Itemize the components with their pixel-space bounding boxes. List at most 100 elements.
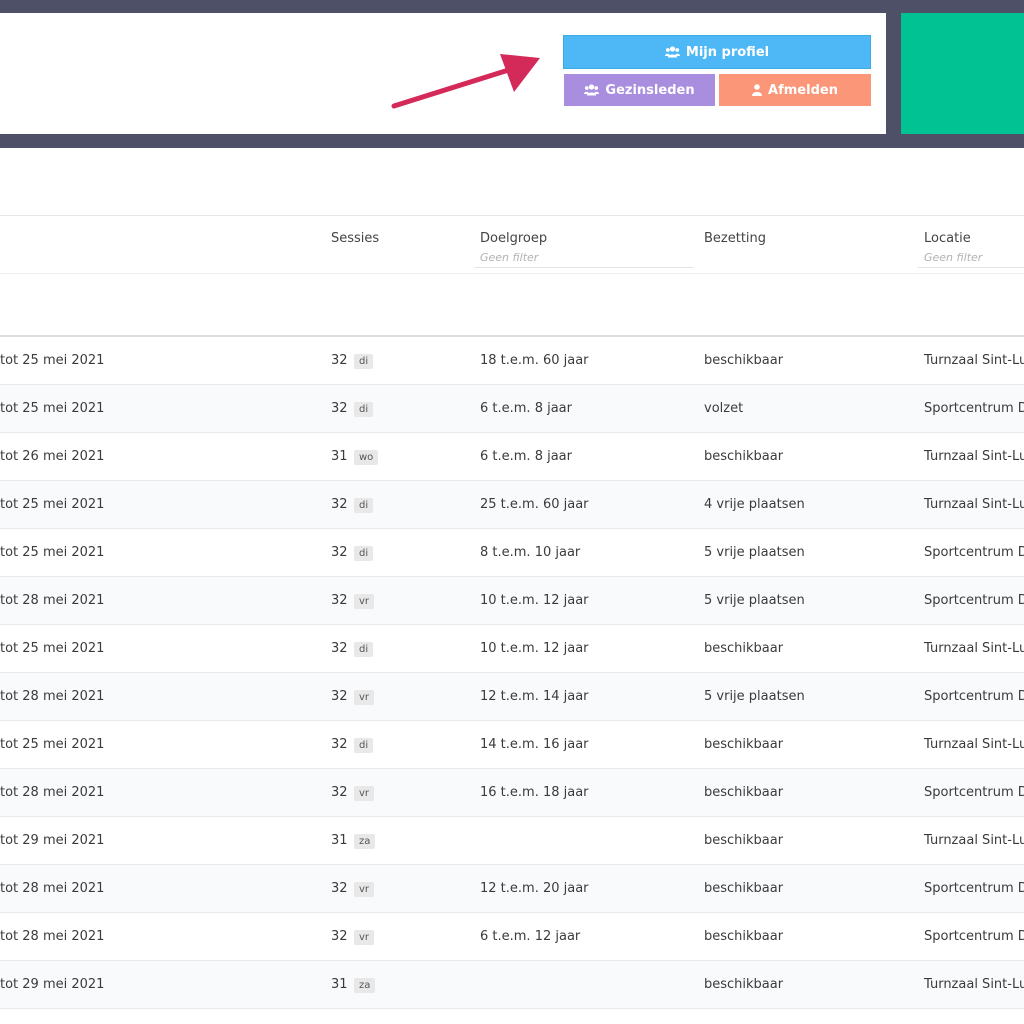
row-sessions: 32: [331, 593, 348, 608]
table-row[interactable]: tot 25 mei 2021 32 di 8 t.e.m. 10 jaar 5 vri…: [0, 529, 1024, 577]
table-filter-row: [0, 274, 1024, 337]
row-location: Sportcentrum D: [924, 881, 1024, 896]
row-occupancy: beschikbaar: [704, 977, 784, 992]
row-location: Sportcentrum D: [924, 929, 1024, 944]
row-end-date: tot 25 mei 2021: [0, 545, 105, 560]
row-location: Turnzaal Sint-Lu: [924, 977, 1024, 992]
row-end-date: tot 25 mei 2021: [0, 737, 105, 752]
users-icon: [584, 84, 600, 96]
row-day-badge: za: [354, 978, 376, 993]
row-target-group: 10 t.e.m. 12 jaar: [480, 593, 589, 608]
user-icon: [752, 84, 763, 96]
table-row[interactable]: tot 28 mei 2021 32 vr 12 t.e.m. 20 jaar besc…: [0, 865, 1024, 913]
row-target-group: 25 t.e.m. 60 jaar: [480, 497, 589, 512]
row-day-badge: vr: [354, 786, 375, 801]
my-profile-label: Mijn profiel: [685, 44, 770, 60]
row-location: Turnzaal Sint-Lu: [924, 833, 1024, 848]
column-header-target-group[interactable]: Doelgroep: [480, 231, 547, 246]
annotation-arrow: [391, 54, 540, 109]
location-filter[interactable]: Geen filter: [918, 251, 1024, 268]
row-sessions: 32: [331, 881, 348, 896]
family-members-button[interactable]: Gezinsleden: [564, 74, 715, 106]
accent-panel: [901, 13, 1024, 134]
row-target-group: 14 t.e.m. 16 jaar: [480, 737, 589, 752]
row-occupancy: beschikbaar: [704, 785, 784, 800]
users-icon: [664, 46, 680, 58]
logout-label: Afmelden: [768, 82, 838, 98]
table-row[interactable]: tot 26 mei 2021 31 wo 6 t.e.m. 8 jaar beschi…: [0, 433, 1024, 481]
row-day-badge: vr: [354, 882, 375, 897]
row-sessions: 32: [331, 497, 348, 512]
row-sessions: 32: [331, 641, 348, 656]
row-sessions: 32: [331, 401, 348, 416]
row-target-group: 10 t.e.m. 12 jaar: [480, 641, 589, 656]
row-day-badge: di: [354, 498, 374, 513]
column-header-sessions[interactable]: Sessies: [331, 231, 379, 246]
row-location: Turnzaal Sint-Lu: [924, 449, 1024, 464]
row-occupancy: volzet: [704, 401, 744, 416]
row-location: Sportcentrum D: [924, 593, 1024, 608]
row-target-group: 8 t.e.m. 10 jaar: [480, 545, 581, 560]
row-target-group: 6 t.e.m. 8 jaar: [480, 449, 572, 464]
logout-button[interactable]: Afmelden: [719, 74, 871, 106]
table-row[interactable]: tot 29 mei 2021 31 za beschikbaar Turnzaal S…: [0, 817, 1024, 865]
row-occupancy: beschikbaar: [704, 353, 784, 368]
row-location: Turnzaal Sint-Lu: [924, 497, 1024, 512]
row-occupancy: 5 vrije plaatsen: [704, 545, 805, 560]
row-target-group: 18 t.e.m. 60 jaar: [480, 353, 589, 368]
table-row[interactable]: tot 28 mei 2021 32 vr 16 t.e.m. 18 jaar besc…: [0, 769, 1024, 817]
row-day-badge: di: [354, 642, 374, 657]
row-occupancy: 5 vrije plaatsen: [704, 689, 805, 704]
target-group-filter[interactable]: Geen filter: [474, 251, 694, 268]
row-location: Sportcentrum D: [924, 785, 1024, 800]
row-day-badge: di: [354, 738, 374, 753]
row-target-group: 12 t.e.m. 20 jaar: [480, 881, 589, 896]
family-members-label: Gezinsleden: [605, 82, 695, 98]
table-row[interactable]: tot 25 mei 2021 32 di 6 t.e.m. 8 jaar volzet…: [0, 385, 1024, 433]
table-header: Sessies Doelgroep Geen filter Bezetting …: [0, 215, 1024, 274]
courses-table: Sessies Doelgroep Geen filter Bezetting …: [0, 215, 1024, 1009]
row-end-date: tot 25 mei 2021: [0, 401, 105, 416]
row-occupancy: beschikbaar: [704, 737, 784, 752]
row-target-group: 6 t.e.m. 12 jaar: [480, 929, 581, 944]
row-sessions: 32: [331, 737, 348, 752]
row-occupancy: beschikbaar: [704, 449, 784, 464]
row-end-date: tot 29 mei 2021: [0, 977, 105, 992]
row-sessions: 32: [331, 689, 348, 704]
row-end-date: tot 26 mei 2021: [0, 449, 105, 464]
table-row[interactable]: tot 28 mei 2021 32 vr 6 t.e.m. 12 jaar besch…: [0, 913, 1024, 961]
row-location: Turnzaal Sint-Lu: [924, 737, 1024, 752]
table-row[interactable]: tot 25 mei 2021 32 di 25 t.e.m. 60 jaar 4 vr…: [0, 481, 1024, 529]
row-occupancy: beschikbaar: [704, 641, 784, 656]
row-day-badge: wo: [354, 450, 379, 465]
row-day-badge: di: [354, 546, 374, 561]
my-profile-button[interactable]: Mijn profiel: [563, 35, 871, 69]
row-end-date: tot 25 mei 2021: [0, 641, 105, 656]
table-row[interactable]: tot 29 mei 2021 31 za beschikbaar Turnzaal S…: [0, 961, 1024, 1009]
row-location: Sportcentrum D: [924, 401, 1024, 416]
row-occupancy: beschikbaar: [704, 881, 784, 896]
column-header-location[interactable]: Locatie: [924, 231, 971, 246]
column-header-occupancy[interactable]: Bezetting: [704, 231, 766, 246]
row-sessions: 31: [331, 977, 348, 992]
row-sessions: 31: [331, 833, 348, 848]
row-day-badge: vr: [354, 690, 375, 705]
row-day-badge: vr: [354, 594, 375, 609]
table-row[interactable]: tot 25 mei 2021 32 di 14 t.e.m. 16 jaar besc…: [0, 721, 1024, 769]
row-end-date: tot 25 mei 2021: [0, 353, 105, 368]
row-occupancy: beschikbaar: [704, 833, 784, 848]
row-sessions: 32: [331, 929, 348, 944]
table-body: tot 25 mei 2021 32 di 18 t.e.m. 60 jaar besc…: [0, 337, 1024, 1009]
row-sessions: 32: [331, 353, 348, 368]
row-end-date: tot 28 mei 2021: [0, 929, 105, 944]
table-row[interactable]: tot 28 mei 2021 32 vr 12 t.e.m. 14 jaar 5 vr…: [0, 673, 1024, 721]
table-row[interactable]: tot 25 mei 2021 32 di 18 t.e.m. 60 jaar besc…: [0, 337, 1024, 385]
row-day-badge: di: [354, 402, 374, 417]
row-end-date: tot 28 mei 2021: [0, 689, 105, 704]
table-row[interactable]: tot 28 mei 2021 32 vr 10 t.e.m. 12 jaar 5 vr…: [0, 577, 1024, 625]
table-row[interactable]: tot 25 mei 2021 32 di 10 t.e.m. 12 jaar besc…: [0, 625, 1024, 673]
row-day-badge: vr: [354, 930, 375, 945]
row-target-group: 16 t.e.m. 18 jaar: [480, 785, 589, 800]
row-sessions: 31: [331, 449, 348, 464]
row-location: Turnzaal Sint-Lu: [924, 641, 1024, 656]
